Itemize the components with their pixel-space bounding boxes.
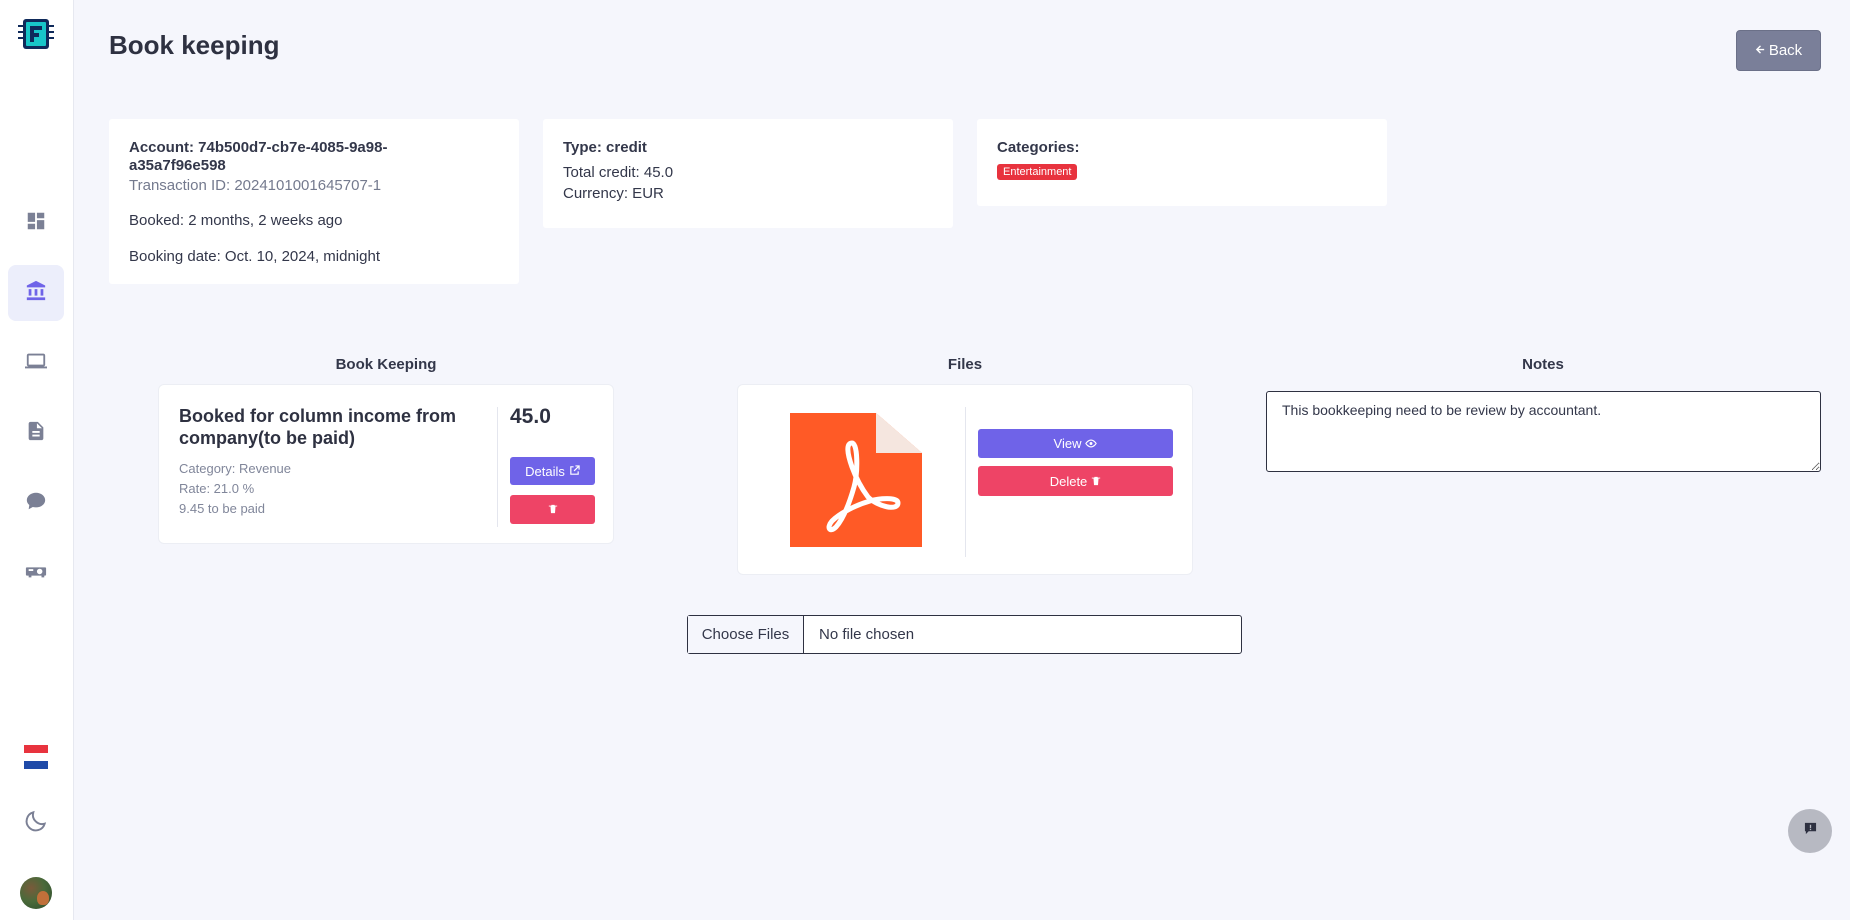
details-button[interactable]: Details	[510, 457, 595, 485]
delete-entry-button[interactable]	[510, 495, 595, 524]
avatar[interactable]	[20, 877, 52, 909]
sidebar-item-projector[interactable]	[8, 545, 64, 601]
moon-icon[interactable]	[23, 808, 49, 834]
entry-category: Category: Revenue	[179, 461, 292, 476]
entry-title: Booked for column income from company(to…	[179, 406, 457, 448]
view-file-button[interactable]: View	[978, 429, 1173, 458]
divider	[965, 407, 966, 557]
chat-bubble-icon	[25, 490, 47, 517]
external-link-icon	[569, 464, 580, 479]
pdf-file-icon[interactable]	[790, 413, 922, 547]
total-credit: Total credit: 45.0	[563, 164, 674, 181]
section-title-files: Files	[947, 356, 983, 373]
delete-file-button[interactable]: Delete	[978, 466, 1173, 496]
details-button-label: Details	[525, 463, 565, 479]
sidebar-item-chat[interactable]	[8, 475, 64, 531]
currency: Currency: EUR	[563, 185, 664, 202]
sidebar	[0, 0, 74, 920]
choose-files-button[interactable]: Choose Files	[688, 616, 804, 653]
sidebar-item-dashboard[interactable]	[8, 195, 64, 251]
page-title: Book keeping	[109, 30, 280, 60]
section-title-notes: Notes	[1522, 356, 1564, 373]
account-id: Account: 74b500d7-cb7e-4085-9a98-a35a7f9…	[129, 139, 388, 174]
transaction-type: Type: credit	[563, 139, 647, 156]
book-keeping-entry-card: Booked for column income from company(to…	[158, 384, 614, 544]
back-button[interactable]: Back	[1736, 30, 1821, 71]
eye-icon	[1085, 436, 1098, 451]
netherlands-flag-icon[interactable]	[24, 745, 48, 769]
section-title-book-keeping: Book Keeping	[335, 356, 437, 373]
notes-textarea[interactable]: This bookkeeping need to be review by ac…	[1266, 391, 1821, 472]
entry-meta: Category: Revenue Rate: 21.0 % 9.45 to b…	[179, 459, 291, 519]
entry-amount: 45.0	[510, 405, 551, 428]
file-icon	[25, 420, 47, 447]
sidebar-item-devices[interactable]	[8, 335, 64, 391]
back-button-label: Back	[1768, 42, 1803, 59]
file-upload-input[interactable]: Choose Files No file chosen	[687, 615, 1242, 654]
files-card: View Delete	[737, 384, 1193, 575]
account-info-card: Account: 74b500d7-cb7e-4085-9a98-a35a7f9…	[109, 119, 519, 284]
projector-icon	[25, 560, 47, 587]
entry-rate: Rate: 21.0 %	[179, 481, 255, 496]
categories-card: Categories: Entertainment	[977, 119, 1387, 206]
divider	[497, 407, 498, 527]
category-badge: Entertainment	[997, 164, 1078, 180]
arrow-left-icon	[1755, 42, 1766, 59]
comment-icon	[1804, 822, 1817, 840]
file-status-text: No file chosen	[819, 626, 915, 643]
dashboard-icon	[25, 210, 47, 237]
trash-icon	[548, 501, 558, 519]
delete-button-label: Delete	[1049, 473, 1088, 489]
booked-relative: Booked: 2 months, 2 weeks ago	[129, 212, 343, 229]
booking-date: Booking date: Oct. 10, 2024, midnight	[129, 248, 380, 265]
view-button-label: View	[1053, 436, 1082, 451]
feedback-button[interactable]	[1788, 809, 1832, 853]
laptop-icon	[25, 350, 47, 377]
trash-icon	[1091, 474, 1101, 489]
transaction-id: Transaction ID: 2024101001645707-1	[129, 177, 382, 194]
sidebar-item-bank[interactable]	[8, 265, 64, 321]
categories-label: Categories:	[997, 139, 1080, 156]
bank-icon	[25, 280, 47, 307]
sidebar-item-documents[interactable]	[8, 405, 64, 461]
type-info-card: Type: credit Total credit: 45.0 Currency…	[543, 119, 953, 228]
app-logo-icon[interactable]	[17, 17, 55, 51]
entry-to-be-paid: 9.45 to be paid	[179, 501, 266, 516]
